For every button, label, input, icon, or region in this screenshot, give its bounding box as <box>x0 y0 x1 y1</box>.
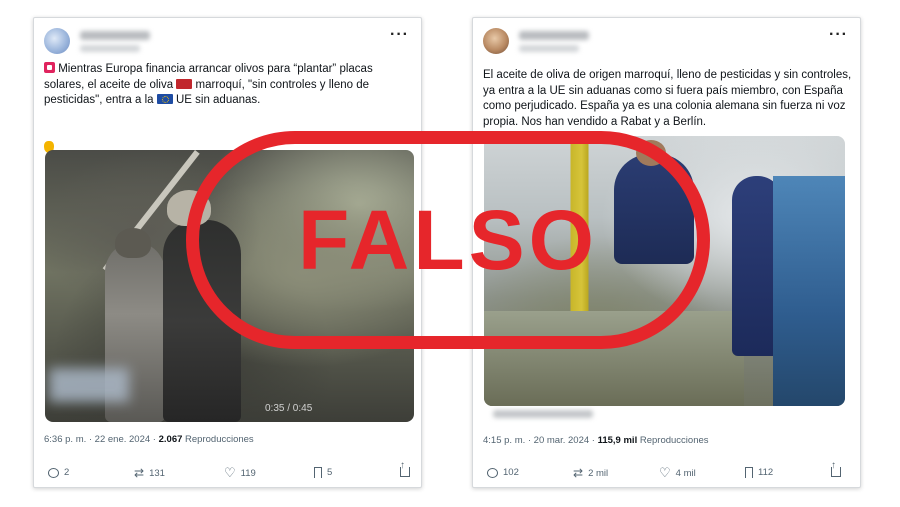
blurred-author-name <box>80 31 150 40</box>
share-icon <box>400 460 410 477</box>
view-count: 115,9 mil <box>597 435 638 446</box>
repost-count: 131 <box>149 467 165 479</box>
tweet-timestamp[interactable]: 4:15 p. m. · 20 mar. 2024 · <box>483 435 598 446</box>
machine-shape <box>773 176 845 406</box>
bookmark-count: 5 <box>327 467 333 478</box>
reply-icon <box>48 467 59 478</box>
view-count: 2.067 <box>158 434 183 445</box>
blurred-caption <box>493 410 593 418</box>
like-icon: ♡ <box>224 465 236 480</box>
blurred-author-handle <box>519 45 579 52</box>
tweet-actions: 2 ⇄ 131 ♡ 119 5 <box>48 460 410 481</box>
reply-count: 102 <box>503 467 519 478</box>
like-icon: ♡ <box>659 465 671 480</box>
share-button[interactable] <box>400 460 410 477</box>
avatar[interactable] <box>44 28 70 54</box>
more-icon[interactable]: ··· <box>390 26 409 44</box>
tweet-text-line: como perjudicado. España ya es una colon… <box>483 100 846 112</box>
like-button[interactable]: ♡ 119 <box>224 465 256 480</box>
falso-stamp: FALSO <box>186 131 710 349</box>
share-icon <box>831 460 841 477</box>
like-button[interactable]: ♡ 4 mil <box>659 465 696 480</box>
bookmark-button[interactable]: 112 <box>745 467 773 478</box>
bookmark-button[interactable]: 5 <box>314 467 332 478</box>
tweet-header: ··· <box>44 26 411 60</box>
tweet-text: El aceite de oliva de origen marroquí, l… <box>483 68 852 130</box>
tweet-text-line: propia. Nos han vendido a Rabat y a Berl… <box>483 115 707 128</box>
tweet-actions: 102 ⇄ 2 mil ♡ 4 mil 112 <box>487 460 842 481</box>
repost-icon: ⇄ <box>134 466 145 480</box>
video-time: 0:35 / 0:45 <box>265 403 313 414</box>
falso-stamp-label: FALSO <box>297 193 598 287</box>
tweet-text-line: marroquí, "sin controles y lleno de <box>195 78 370 91</box>
views-label: Reproducciones <box>637 435 709 446</box>
tweet-text-line: solares, el aceite de oliva <box>44 78 174 91</box>
tweet-text-line: pesticidas", entra a la <box>44 94 154 106</box>
tweet-text: Mientras Europa financia arrancar olivos… <box>44 62 407 109</box>
views-label: Reproducciones <box>182 434 254 445</box>
like-count: 4 mil <box>675 467 696 479</box>
tweet-meta: 6:36 p. m. · 22 ene. 2024 · 2.067 Reprod… <box>44 434 254 445</box>
more-icon[interactable]: ··· <box>829 26 848 44</box>
repost-icon: ⇄ <box>573 466 584 480</box>
tweet-timestamp[interactable]: 6:36 p. m. · 22 ene. 2024 · <box>44 434 159 445</box>
bookmark-count: 112 <box>758 467 774 478</box>
blurred-author-name <box>519 31 589 40</box>
bookmark-icon <box>314 467 322 478</box>
reply-count: 2 <box>64 467 70 478</box>
bookmark-icon <box>745 467 753 478</box>
blurred-author-handle <box>80 45 140 52</box>
morocco-flag-icon <box>176 78 193 89</box>
blurred-overlay <box>49 368 129 402</box>
siren-icon <box>44 62 55 73</box>
reply-button[interactable]: 102 <box>487 467 519 478</box>
repost-count: 2 mil <box>588 467 609 479</box>
like-count: 119 <box>240 467 256 479</box>
avatar[interactable] <box>483 28 509 54</box>
person-head-shape <box>115 228 151 258</box>
reply-button[interactable]: 2 <box>48 467 69 478</box>
tweet-text-line: El aceite de oliva de origen marroquí, l… <box>483 69 852 81</box>
repost-button[interactable]: ⇄ 2 mil <box>573 467 608 479</box>
tweet-header: ··· <box>483 26 850 60</box>
tweet-meta: 4:15 p. m. · 20 mar. 2024 · 115,9 mil Re… <box>483 435 709 446</box>
repost-button[interactable]: ⇄ 131 <box>134 467 165 479</box>
eu-flag-icon <box>156 94 173 104</box>
tweet-text-line: Mientras Europa financia arrancar olivos… <box>58 63 373 75</box>
tweet-text-line: ya entra a la UE sin aduanas como si fue… <box>483 84 843 97</box>
reply-icon <box>487 467 498 478</box>
tweet-text-line: UE sin aduanas. <box>175 94 261 106</box>
share-button[interactable] <box>831 460 841 477</box>
